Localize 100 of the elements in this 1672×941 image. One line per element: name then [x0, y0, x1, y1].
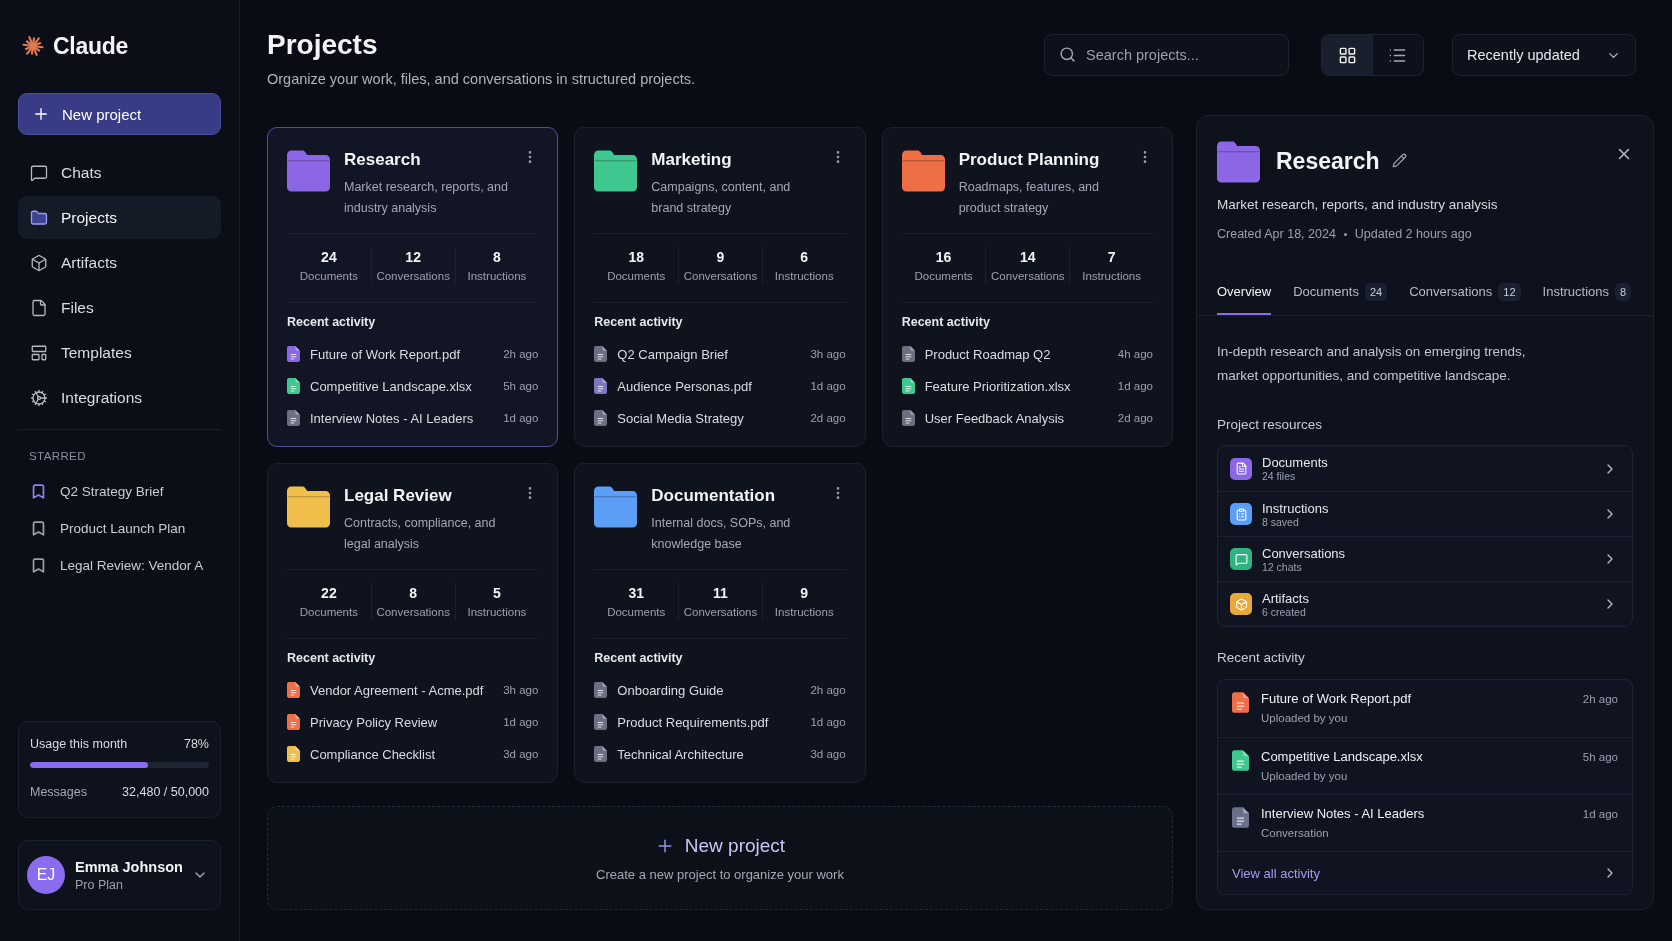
messages-label: Messages	[30, 785, 87, 799]
pencil-icon[interactable]	[1391, 153, 1407, 168]
resource-title: Documents	[1262, 455, 1329, 470]
search-icon	[1059, 46, 1076, 63]
activity-name[interactable]: Privacy Policy Review	[310, 714, 494, 730]
app-logo: Claude	[53, 32, 128, 60]
stat-value: 5	[492, 584, 502, 603]
user-name: Emma Johnson	[75, 858, 182, 875]
resource-item[interactable]: Instructions 8 saved	[1218, 491, 1632, 536]
resource-count: 12 chats	[1262, 560, 1303, 573]
project-card[interactable]	[267, 463, 559, 783]
user-avatar: EJ	[27, 856, 65, 894]
activity-name[interactable]: Feature Prioritization.xlsx	[924, 378, 1108, 394]
starred-item[interactable]: Q2 Strategy Brief	[18, 473, 221, 510]
detail-tab[interactable]: Documents 24	[1293, 271, 1388, 315]
activity-name[interactable]: Product Requirements.pdf	[617, 714, 801, 730]
stat-label: Conversations	[682, 269, 759, 284]
activity-name[interactable]: Audience Personas.pdf	[617, 378, 801, 394]
detail-tab[interactable]: Instructions 8	[1542, 271, 1632, 315]
page-title: Projects	[267, 28, 379, 62]
grid-icon	[1337, 45, 1357, 65]
activity-time: 5h ago	[503, 380, 539, 392]
starred-item[interactable]: Product Launch Plan	[18, 510, 221, 547]
user-card[interactable]: EJ Emma Johnson Pro Plan	[18, 840, 221, 910]
activity-name[interactable]: Technical Architecture	[617, 746, 801, 762]
nav-item[interactable]: Templates	[18, 331, 221, 374]
activity-name: Competitive Landscape.xlsx	[1261, 748, 1424, 766]
layout-icon	[30, 343, 48, 362]
stat-label: Conversations	[990, 269, 1066, 284]
chat-icon	[30, 163, 48, 182]
nav-item[interactable]: Integrations	[18, 376, 221, 419]
activity-time: 1d ago	[810, 380, 846, 392]
stat-label: Documents	[606, 605, 667, 620]
stat-value: 24	[320, 248, 338, 267]
activity-name[interactable]: Product Roadmap Q2	[924, 346, 1108, 362]
project-description: Campaigns, content, and brand strategy	[651, 179, 792, 217]
nav-item[interactable]: Chats	[18, 151, 221, 194]
detail-tab[interactable]: Conversations 12	[1409, 271, 1521, 315]
project-card[interactable]: Marketing Campaigns, content, and brand strategy 18 Documents 9 Conversations 6 Instructions Recent activity Q2 Campaign Brief 3h ago Audience Personas.pdf 1d ago Social Media Strategy 2d ago	[574, 127, 866, 447]
tab-count: 8	[1615, 283, 1632, 301]
messages-count: 32,480 / 50,000	[122, 785, 209, 799]
stat-value: 8	[492, 248, 502, 267]
project-description: Contracts, compliance, and legal analysis	[344, 515, 497, 553]
section-heading: Project resources	[1217, 416, 1324, 434]
section-heading: Recent activity	[287, 314, 377, 331]
section-heading: Recent activity	[594, 314, 684, 331]
section-heading: Recent activity	[1217, 649, 1306, 667]
activity-name[interactable]: User Feedback Analysis	[924, 410, 1108, 426]
project-card[interactable]	[881, 127, 1173, 447]
activity-time: 5h ago	[1582, 750, 1618, 765]
activity-name[interactable]: Competitive Landscape.xlsx	[310, 378, 494, 394]
activity-time: 2h ago	[1582, 692, 1618, 707]
activity-name[interactable]: Vendor Agreement - Acme.pdf	[310, 682, 494, 698]
nav-item[interactable]: Files	[18, 286, 221, 329]
stat-label: Conversations	[375, 605, 451, 620]
resource-item[interactable]: Artifacts 6 created	[1218, 581, 1632, 626]
starred-item[interactable]: Legal Review: Vendor A	[18, 547, 221, 584]
stat-label: Instructions	[1081, 269, 1142, 284]
resource-title: Instructions	[1262, 500, 1330, 516]
usage-percent: 78%	[183, 737, 209, 751]
activity-time: 2h ago	[810, 684, 846, 696]
stat-value: 16	[934, 248, 953, 267]
nav-item[interactable]: Artifacts	[18, 241, 221, 284]
project-card[interactable]	[267, 127, 559, 447]
resource-title: Conversations	[1262, 545, 1347, 561]
activity-item[interactable]: Competitive Landscape.xlsx Uploaded by you 5h ago	[1218, 737, 1632, 794]
resource-item[interactable]: Conversations 12 chats	[1218, 536, 1632, 581]
new-project-button[interactable]: New project	[18, 93, 221, 135]
grid-view-button[interactable]	[1322, 35, 1373, 75]
activity-source: Conversation	[1261, 826, 1330, 841]
resource-item[interactable]: Documents 24 files	[1218, 446, 1632, 491]
detail-tab[interactable]: Overview	[1217, 271, 1272, 315]
activity-time: 2d ago	[1117, 412, 1153, 424]
project-card[interactable]: Documentation Internal docs, SOPs, and knowledge base 31 Documents 11 Conversations 9 Instructions Recent activity Onboarding Guide 2h ago Product Requirements.pdf 1d ago Technical Architecture 3d ago	[574, 463, 866, 783]
activity-source: Uploaded by you	[1261, 711, 1349, 726]
section-heading: Recent activity	[594, 650, 684, 667]
activity-name[interactable]: Onboarding Guide	[617, 682, 801, 698]
view-all-link[interactable]: View all activity	[1218, 851, 1632, 894]
activity-name[interactable]: Compliance Checklist	[310, 746, 494, 762]
project-title: Research	[344, 149, 422, 171]
project-description: Market research, reports, and industry analysis	[344, 179, 509, 217]
activity-time: 3h ago	[503, 684, 539, 696]
activity-time: 4h ago	[1117, 348, 1153, 360]
nav-item[interactable]: Projects	[18, 196, 221, 239]
activity-time: 1d ago	[810, 716, 846, 728]
activity-name: Interview Notes - AI Leaders	[1261, 805, 1426, 823]
search-field[interactable]: Search projects...	[1044, 34, 1289, 76]
sort-dropdown[interactable]: Recently updated	[1452, 34, 1636, 76]
activity-name[interactable]: Social Media Strategy	[617, 410, 801, 426]
activity-item[interactable]: Future of Work Report.pdf Uploaded by you 2h ago	[1218, 680, 1632, 737]
activity-item[interactable]: Interview Notes - AI Leaders Conversation 1d ago	[1218, 794, 1632, 851]
new-project-button[interactable]: New project	[654, 834, 786, 857]
folder-icon	[30, 208, 48, 227]
new-project-card[interactable]: New project Create a new project to organize your work	[267, 806, 1173, 910]
activity-name[interactable]: Interview Notes - AI Leaders	[310, 410, 494, 426]
new-project-hint: Create a new project to organize your work	[596, 866, 844, 882]
activity-name[interactable]: Q2 Campaign Brief	[617, 346, 801, 362]
plus-icon	[32, 105, 50, 123]
activity-name[interactable]: Future of Work Report.pdf	[310, 346, 494, 362]
stat-value: 8	[408, 584, 419, 603]
